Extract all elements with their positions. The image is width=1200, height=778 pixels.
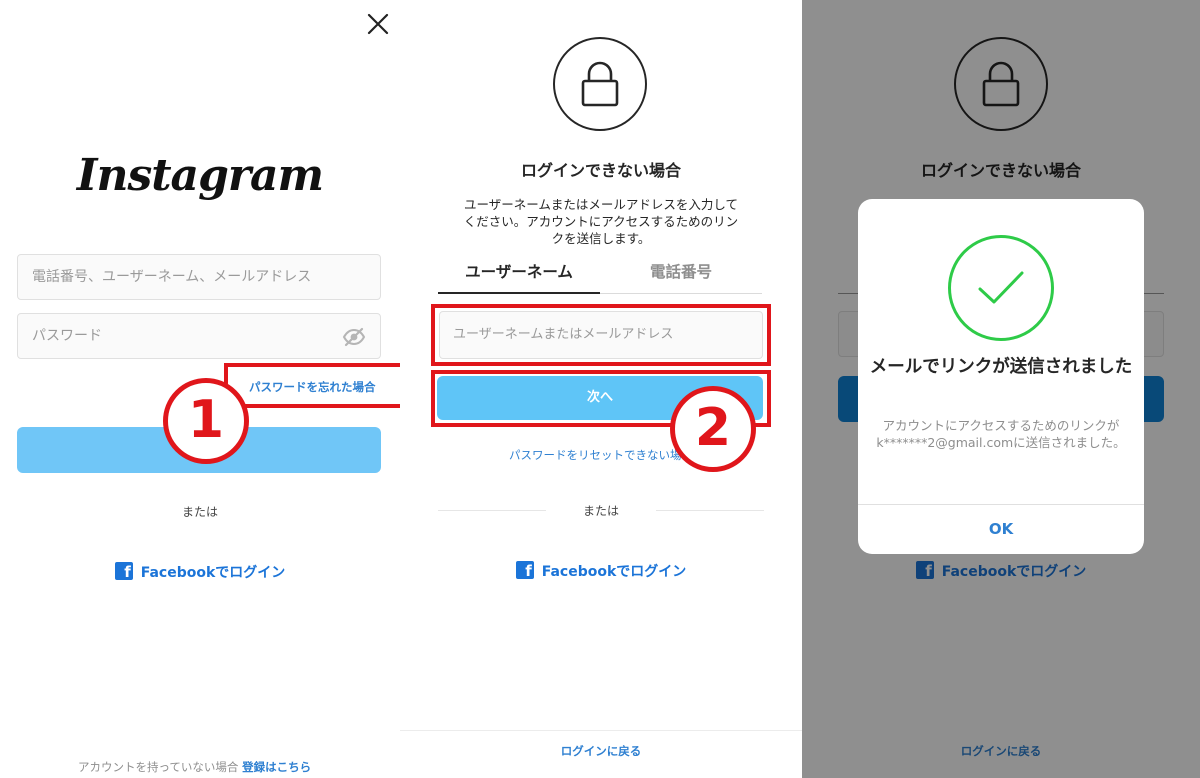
tab-username[interactable]: ユーザーネーム (438, 260, 600, 282)
dialog-message: アカウントにアクセスするためのリンクがk*******2@gmail.comに送… (876, 418, 1126, 450)
active-tab-indicator (438, 292, 600, 294)
username-input[interactable]: 電話番号、ユーザーネーム、メールアドレス (17, 254, 381, 300)
username-placeholder: 電話番号、ユーザーネーム、メールアドレス (32, 269, 312, 285)
eye-off-icon[interactable] (342, 325, 366, 349)
checkmark-icon (978, 271, 1024, 304)
username-email-placeholder: ユーザーネームまたはメールアドレス (453, 327, 674, 342)
reset-description: ユーザーネームまたはメールアドレスを入力してください。アカウントにアクセスするた… (463, 197, 739, 246)
ok-button[interactable]: OK (858, 504, 1144, 554)
step-marker-2: 2 (670, 386, 756, 472)
facebook-login-link[interactable]: f Facebookでログイン (400, 561, 802, 581)
signup-link[interactable]: 登録はこちら (242, 760, 311, 774)
facebook-icon: f (515, 561, 534, 579)
password-placeholder: パスワード (32, 328, 102, 344)
password-input[interactable]: パスワード (17, 313, 381, 359)
confirmation-screen: ログインできない場合 f Facebookでログイン ログインに戻る メールでリン… (802, 0, 1200, 778)
facebook-login-link[interactable]: f Facebookでログイン (0, 562, 400, 582)
signup-prompt: アカウントを持っていない場合 登録はこちら (78, 759, 311, 775)
dialog-title: メールでリンクが送信されました (869, 357, 1133, 377)
facebook-icon: f (114, 562, 133, 580)
or-divider: または (582, 504, 619, 518)
lock-badge (553, 37, 647, 131)
tab-phone[interactable]: 電話番号 (600, 260, 762, 282)
instagram-logo: Instagram (76, 150, 324, 201)
success-dialog: メールでリンクが送信されました アカウントにアクセスするためのリンクがk****… (858, 199, 1144, 554)
reset-title: ログインできない場合 (520, 161, 681, 180)
footer-divider (400, 730, 802, 731)
back-to-login-link[interactable]: ログインに戻る (400, 743, 802, 759)
tab-divider (600, 293, 762, 294)
lock-icon (581, 61, 619, 107)
or-divider: または (181, 505, 218, 519)
forgot-password-link[interactable]: パスワードを忘れた場合 (249, 379, 376, 395)
login-screen: Instagram 電話番号、ユーザーネーム、メールアドレス パスワード パスワ… (0, 0, 400, 778)
close-icon[interactable] (366, 12, 390, 36)
username-email-input[interactable]: ユーザーネームまたはメールアドレス (439, 311, 763, 359)
no-account-text: アカウントを持っていない場合 (78, 760, 239, 774)
facebook-login-label: Facebookでログイン (541, 564, 687, 580)
success-badge (948, 235, 1054, 341)
step-marker-1: 1 (163, 378, 249, 464)
facebook-login-label: Facebookでログイン (140, 565, 286, 581)
